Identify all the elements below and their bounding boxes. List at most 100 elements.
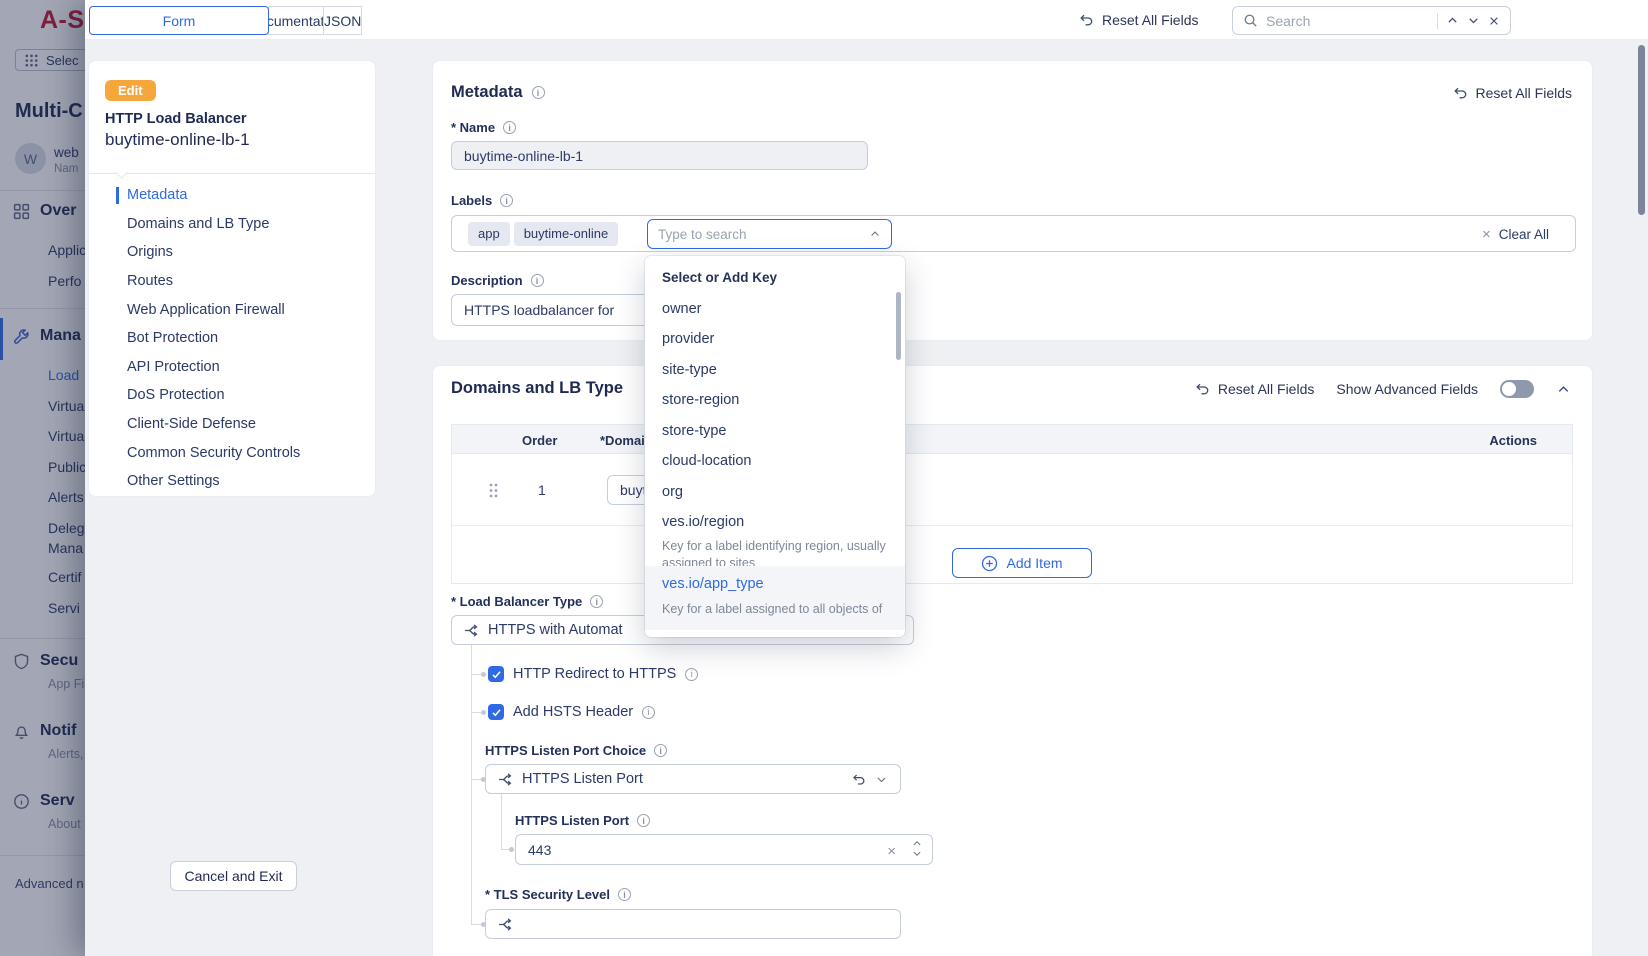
- chevron-up-icon[interactable]: [1446, 14, 1459, 27]
- form-navigator: Edit HTTP Load Balancer buytime-online-l…: [88, 60, 376, 497]
- form-section-nav-item[interactable]: Web Application Firewall: [89, 295, 375, 324]
- divider: [1437, 13, 1438, 29]
- domain-table-row: 1 buyt: [452, 454, 1572, 526]
- view-tab[interactable]: Form: [89, 6, 269, 35]
- advanced-fields-toggle[interactable]: [1500, 380, 1534, 398]
- form-section-nav-item[interactable]: DoS Protection: [89, 381, 375, 410]
- view-tab[interactable]: JSON: [323, 6, 362, 35]
- add-item-button[interactable]: Add Item: [952, 548, 1092, 578]
- labels-key-dropdown: Select or Add Key owner provider site-ty…: [645, 256, 905, 637]
- info-icon[interactable]: [654, 744, 667, 757]
- search-input[interactable]: [1266, 13, 1429, 29]
- description-label: Description: [451, 273, 544, 288]
- dropdown-option[interactable]: ves.io/region Key for a label identifyin…: [662, 515, 888, 572]
- view-tab[interactable]: Documentation: [268, 6, 324, 35]
- collapse-chevron-icon[interactable]: [1556, 382, 1571, 397]
- tls-level-label: * TLS Security Level: [485, 887, 631, 902]
- dropdown-option-highlighted[interactable]: ves.io/app_type Key for a label assigned…: [645, 566, 905, 630]
- info-icon[interactable]: [503, 121, 516, 134]
- dropdown-option[interactable]: org: [662, 485, 888, 499]
- branch-icon: [464, 623, 479, 638]
- form-section-nav-item[interactable]: Bot Protection: [89, 324, 375, 353]
- port-choice-select[interactable]: HTTPS Listen Port: [485, 764, 901, 794]
- dropdown-option[interactable]: provider: [662, 332, 888, 346]
- name-label: * Name: [451, 120, 516, 135]
- app-root: A-S Selec Multi-C W web Nam Over Applic …: [0, 0, 1648, 956]
- tree-line: [471, 645, 472, 924]
- dropdown-option[interactable]: store-type: [662, 424, 888, 438]
- dropdown-option[interactable]: owner: [662, 302, 888, 316]
- labels-search: [647, 219, 892, 249]
- row-order-value: 1: [538, 482, 546, 498]
- hsts-checkbox[interactable]: [488, 704, 504, 720]
- form-section-nav-item[interactable]: API Protection: [89, 353, 375, 382]
- undo-icon: [1194, 381, 1210, 397]
- tree-line: [501, 794, 502, 849]
- drag-handle-icon[interactable]: [488, 482, 499, 504]
- tls-level-select[interactable]: [485, 909, 901, 939]
- label-tags: appbuytime-online: [468, 222, 622, 246]
- metadata-section: Metadata Reset All Fields * Name buytime…: [432, 60, 1593, 341]
- scrollbar-thumb[interactable]: [1638, 45, 1645, 215]
- chevron-down-icon[interactable]: [1467, 14, 1480, 27]
- dropdown-scrollbar-thumb[interactable]: [896, 292, 901, 360]
- find-on-page-bar: [1232, 6, 1511, 35]
- info-icon[interactable]: [590, 595, 603, 608]
- listen-port-label: HTTPS Listen Port: [515, 813, 650, 828]
- chevron-up-icon[interactable]: [869, 228, 881, 240]
- number-stepper[interactable]: [912, 839, 922, 858]
- listen-port-field[interactable]: 443 ×: [515, 834, 933, 865]
- info-icon[interactable]: [532, 86, 545, 99]
- info-icon[interactable]: [531, 274, 544, 287]
- column-actions: Actions: [1489, 433, 1537, 448]
- close-icon[interactable]: [1488, 15, 1500, 27]
- dropdown-option[interactable]: cloud-location: [662, 454, 888, 468]
- view-tabs: FormDocumentationJSON: [90, 6, 362, 35]
- undo-icon[interactable]: [851, 772, 866, 787]
- form-section-nav-item[interactable]: Origins: [89, 238, 375, 267]
- labels-label: Labels: [451, 193, 513, 208]
- show-advanced-fields-label: Show Advanced Fields: [1336, 381, 1478, 397]
- http-redirect-checkbox[interactable]: [488, 666, 504, 682]
- close-icon: ×: [1482, 226, 1491, 243]
- info-icon[interactable]: [685, 668, 698, 681]
- dropdown-option[interactable]: store-region: [662, 393, 888, 407]
- info-icon[interactable]: [618, 888, 631, 901]
- search-icon: [1243, 13, 1258, 28]
- domains-header-actions: Reset All Fields Show Advanced Fields: [1194, 380, 1571, 398]
- header-reset-all-button[interactable]: Reset All Fields: [1078, 0, 1198, 40]
- domains-reset-all-button[interactable]: Reset All Fields: [1194, 381, 1314, 397]
- metadata-reset-all-button[interactable]: Reset All Fields: [1452, 85, 1572, 101]
- form-section-nav-item[interactable]: Routes: [89, 267, 375, 296]
- clear-value-icon[interactable]: ×: [887, 843, 896, 860]
- plus-circle-icon: [981, 555, 998, 572]
- clear-all-button[interactable]: × Clear All: [1482, 216, 1549, 253]
- labels-search-input[interactable]: [658, 227, 869, 242]
- name-field[interactable]: buytime-online-lb-1: [451, 141, 868, 170]
- form-section-nav-item[interactable]: Domains and LB Type: [89, 210, 375, 239]
- editor-panel: FormDocumentationJSON Reset All Fields E…: [85, 0, 1648, 956]
- object-name: buytime-online-lb-1: [105, 130, 250, 150]
- label-tag[interactable]: app: [468, 222, 510, 246]
- hsts-label: Add HSTS Header: [513, 704, 655, 720]
- form-section-nav-item[interactable]: Common Security Controls: [89, 438, 375, 467]
- object-type-title: HTTP Load Balancer: [105, 111, 247, 127]
- page-scrollbar[interactable]: [1638, 0, 1645, 956]
- cancel-and-exit-button[interactable]: Cancel and Exit: [170, 861, 297, 891]
- form-section-nav-item[interactable]: Client-Side Defense: [89, 410, 375, 439]
- dropdown-option[interactable]: site-type: [662, 363, 888, 377]
- info-icon[interactable]: [637, 814, 650, 827]
- info-icon[interactable]: [500, 194, 513, 207]
- port-choice-label: HTTPS Listen Port Choice: [485, 743, 667, 758]
- chevron-down-icon[interactable]: [875, 773, 888, 786]
- toggle-knob: [1502, 382, 1516, 396]
- domains-section: Domains and LB Type Reset All Fields Sho…: [432, 365, 1593, 956]
- tree-dot: [509, 847, 514, 852]
- info-icon[interactable]: [642, 706, 655, 719]
- form-section-nav-item[interactable]: Other Settings: [89, 467, 375, 496]
- domains-table-header: Order *Domains Actions: [452, 425, 1572, 454]
- http-redirect-label: HTTP Redirect to HTTPS: [513, 666, 698, 682]
- form-section-nav-item[interactable]: Metadata: [89, 181, 375, 210]
- edit-badge: Edit: [105, 80, 156, 101]
- label-tag[interactable]: buytime-online: [514, 222, 619, 246]
